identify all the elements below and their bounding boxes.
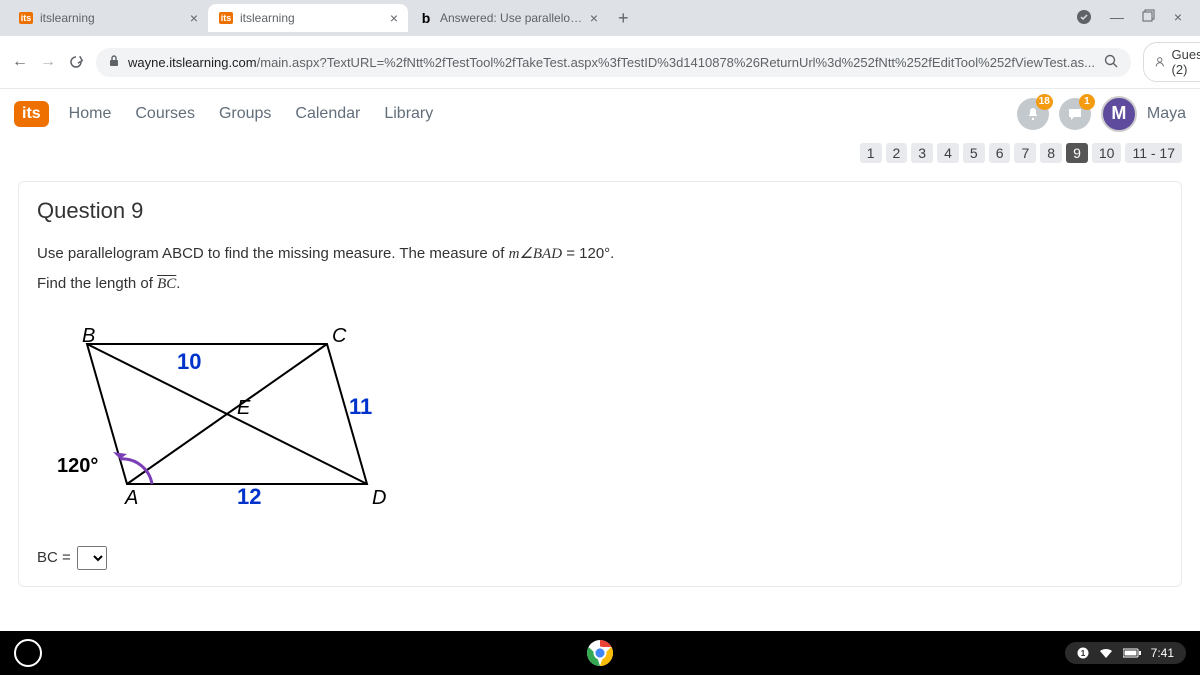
- vertex-a: A: [124, 487, 138, 509]
- status-icon: [1076, 9, 1092, 28]
- chat-icon: [1067, 106, 1083, 122]
- its-favicon: its: [219, 12, 234, 24]
- close-icon[interactable]: ×: [390, 10, 398, 26]
- nav-calendar[interactable]: Calendar: [295, 105, 360, 123]
- side-bc-len: 10: [177, 349, 201, 374]
- username: Maya: [1147, 105, 1186, 123]
- question-heading: Question 9: [37, 198, 1163, 224]
- browser-tab[interactable]: b Answered: Use parallelogram AB ×: [408, 4, 608, 32]
- vertex-d: D: [372, 487, 386, 509]
- side-ad-len: 12: [237, 484, 261, 509]
- back-button[interactable]: ←: [12, 53, 28, 71]
- nav-courses[interactable]: Courses: [135, 105, 195, 123]
- bartleby-favicon: b: [422, 10, 431, 26]
- restore-icon[interactable]: [1142, 9, 1156, 28]
- guest-label: Guest (2): [1172, 47, 1200, 77]
- app-header: its Home Courses Groups Calendar Library…: [0, 89, 1200, 139]
- notifications-button[interactable]: 18: [1017, 98, 1049, 130]
- nav-groups[interactable]: Groups: [219, 105, 271, 123]
- profile-button[interactable]: Guest (2): [1143, 42, 1200, 82]
- question-nav: 1 2 3 4 5 6 7 8 9 10 11 - 17: [0, 139, 1200, 167]
- launcher-button[interactable]: [14, 639, 42, 667]
- chrome-icon[interactable]: [586, 639, 614, 667]
- notif-badge: 18: [1036, 94, 1053, 110]
- msg-badge: 1: [1079, 94, 1095, 110]
- person-icon: [1154, 54, 1166, 70]
- forward-button[interactable]: →: [40, 53, 56, 71]
- its-logo[interactable]: its: [14, 101, 49, 127]
- battery-icon: [1123, 648, 1141, 658]
- qnav-item[interactable]: 3: [911, 143, 933, 163]
- minimize-icon[interactable]: —: [1110, 9, 1124, 28]
- question-prompt: Use parallelogram ABCD to find the missi…: [37, 242, 1163, 266]
- qnav-item[interactable]: 5: [963, 143, 985, 163]
- qnav-item-current[interactable]: 9: [1066, 143, 1088, 163]
- os-taskbar: 1 7:41: [0, 631, 1200, 675]
- zoom-icon[interactable]: [1103, 53, 1119, 72]
- clock: 7:41: [1151, 646, 1174, 660]
- vertex-e: E: [237, 397, 251, 419]
- reload-button[interactable]: [68, 54, 84, 70]
- tab-title: itslearning: [240, 11, 384, 25]
- side-cd-len: 11: [349, 394, 372, 419]
- browser-tab[interactable]: its itslearning ×: [208, 4, 408, 32]
- browser-tab[interactable]: its itslearning ×: [8, 4, 208, 32]
- question-card: Question 9 Use parallelogram ABCD to fin…: [18, 181, 1182, 587]
- qnav-item[interactable]: 1: [860, 143, 882, 163]
- wifi-icon: [1099, 647, 1113, 659]
- answer-select[interactable]: [77, 546, 107, 570]
- qnav-item[interactable]: 8: [1040, 143, 1062, 163]
- new-tab-button[interactable]: +: [608, 4, 639, 33]
- vertex-c: C: [332, 325, 347, 347]
- answer-label: BC =: [37, 546, 71, 570]
- url-text: wayne.itslearning.com/main.aspx?TextURL=…: [128, 55, 1095, 70]
- close-icon[interactable]: ×: [590, 10, 598, 26]
- tab-title: itslearning: [40, 11, 184, 25]
- svg-text:1: 1: [1080, 649, 1085, 658]
- nav-home[interactable]: Home: [69, 105, 112, 123]
- qnav-item[interactable]: 10: [1092, 143, 1122, 163]
- close-icon[interactable]: ×: [190, 10, 198, 26]
- vertex-b: B: [82, 325, 95, 347]
- info-icon: 1: [1077, 647, 1089, 659]
- qnav-item[interactable]: 4: [937, 143, 959, 163]
- url-input[interactable]: wayne.itslearning.com/main.aspx?TextURL=…: [96, 48, 1131, 77]
- tab-title: Answered: Use parallelogram AB: [440, 11, 584, 25]
- qnav-item[interactable]: 7: [1014, 143, 1036, 163]
- nav-library[interactable]: Library: [384, 105, 433, 123]
- angle-a: 120°: [57, 455, 98, 477]
- qnav-item[interactable]: 6: [989, 143, 1011, 163]
- close-window-icon[interactable]: ×: [1174, 9, 1182, 28]
- lock-icon: [108, 55, 120, 70]
- qnav-item[interactable]: 11 - 17: [1125, 143, 1182, 163]
- system-tray[interactable]: 1 7:41: [1065, 642, 1186, 664]
- parallelogram-diagram: B C A D E 10 11 12 120°: [37, 314, 1163, 522]
- question-subprompt: Find the length of BC.: [37, 272, 1163, 296]
- browser-tab-bar: its itslearning × its itslearning × b An…: [0, 0, 1200, 36]
- qnav-item[interactable]: 2: [886, 143, 908, 163]
- messages-button[interactable]: 1: [1059, 98, 1091, 130]
- its-favicon: its: [19, 12, 34, 24]
- avatar[interactable]: M: [1101, 96, 1137, 132]
- address-bar: ← → wayne.itslearning.com/main.aspx?Text…: [0, 36, 1200, 89]
